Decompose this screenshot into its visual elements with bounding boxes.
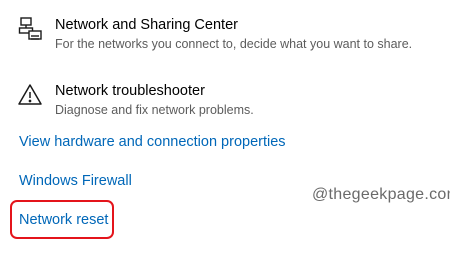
view-hardware-properties-link[interactable]: View hardware and connection properties (19, 133, 286, 151)
windows-firewall-link[interactable]: Windows Firewall (19, 172, 132, 190)
network-troubleshooter-description: Diagnose and fix network problems. (55, 103, 254, 117)
network-sharing-center-description: For the networks you connect to, decide … (55, 37, 413, 51)
network-troubleshooter-title: Network troubleshooter (55, 83, 205, 99)
network-sharing-center-title: Network and Sharing Center (55, 17, 238, 33)
network-sharing-icon (18, 16, 44, 42)
watermark: @thegeekpage.com (312, 186, 450, 203)
warning-icon (18, 82, 44, 108)
highlight-box (10, 200, 114, 239)
